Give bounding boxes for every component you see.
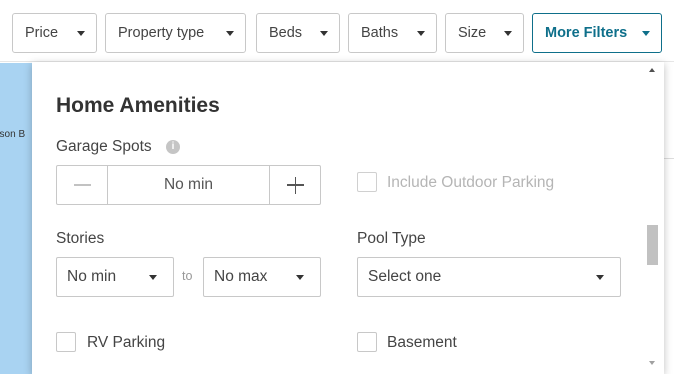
range-separator: to [182,269,193,283]
outdoor-parking-checkbox[interactable] [357,172,377,192]
chevron-down-icon [296,275,304,280]
pool-type-value: Select one [368,268,442,285]
beds-filter-label: Beds [269,25,303,41]
price-filter-label: Price [25,25,59,41]
baths-filter-button[interactable]: Baths [348,13,437,53]
scroll-thumb[interactable] [647,225,658,265]
results-edge [664,63,674,374]
size-filter-label: Size [458,25,487,41]
outdoor-parking-label: Include Outdoor Parking [387,174,555,191]
more-filters-panel: Home Amenities Garage Spots i No min Inc… [32,62,664,374]
chevron-down-icon [226,31,234,36]
basement-checkbox[interactable] [357,332,377,352]
map-area[interactable]: nson B [0,63,32,374]
scroll-up-arrow-icon[interactable] [649,68,655,72]
property-type-filter-label: Property type [118,25,205,41]
scroll-down-arrow-icon[interactable] [649,361,655,365]
garage-spots-label: Garage Spots [56,138,152,155]
baths-filter-label: Baths [361,25,399,41]
basement-label: Basement [387,334,457,351]
price-filter-button[interactable]: Price [12,13,97,53]
stories-min-value: No min [67,268,117,285]
more-filters-button[interactable]: More Filters [532,13,662,53]
chevron-down-icon [504,31,512,36]
beds-filter-button[interactable]: Beds [256,13,340,53]
garage-spots-stepper: No min [56,165,321,205]
map-label: nson B [0,129,26,140]
stories-max-select[interactable]: No max [203,257,321,297]
garage-spots-value: No min [163,176,214,193]
pool-type-label: Pool Type [357,230,426,247]
stories-label: Stories [56,230,105,247]
stories-min-select[interactable]: No min [56,257,174,297]
plus-icon-vertical [294,176,296,194]
chevron-down-icon [77,31,85,36]
chevron-down-icon [642,31,650,36]
info-icon[interactable]: i [166,140,180,154]
panel-scrollbar[interactable] [641,62,664,374]
more-filters-label: More Filters [545,25,628,41]
chevron-down-icon [320,31,328,36]
section-title: Home Amenities [56,94,220,117]
chevron-down-icon [149,275,157,280]
minus-icon [74,184,91,186]
rv-parking-checkbox[interactable] [56,332,76,352]
rv-parking-label: RV Parking [87,334,166,351]
filter-bar: Price Property type Beds Baths Size More… [0,0,674,62]
property-type-filter-button[interactable]: Property type [105,13,246,53]
chevron-down-icon [417,31,425,36]
pool-type-select[interactable]: Select one [357,257,621,297]
divider [664,158,674,159]
garage-increment-button[interactable] [269,166,320,204]
size-filter-button[interactable]: Size [445,13,524,53]
chevron-down-icon [596,275,604,280]
stories-max-value: No max [214,268,268,285]
garage-decrement-button[interactable] [57,166,108,204]
